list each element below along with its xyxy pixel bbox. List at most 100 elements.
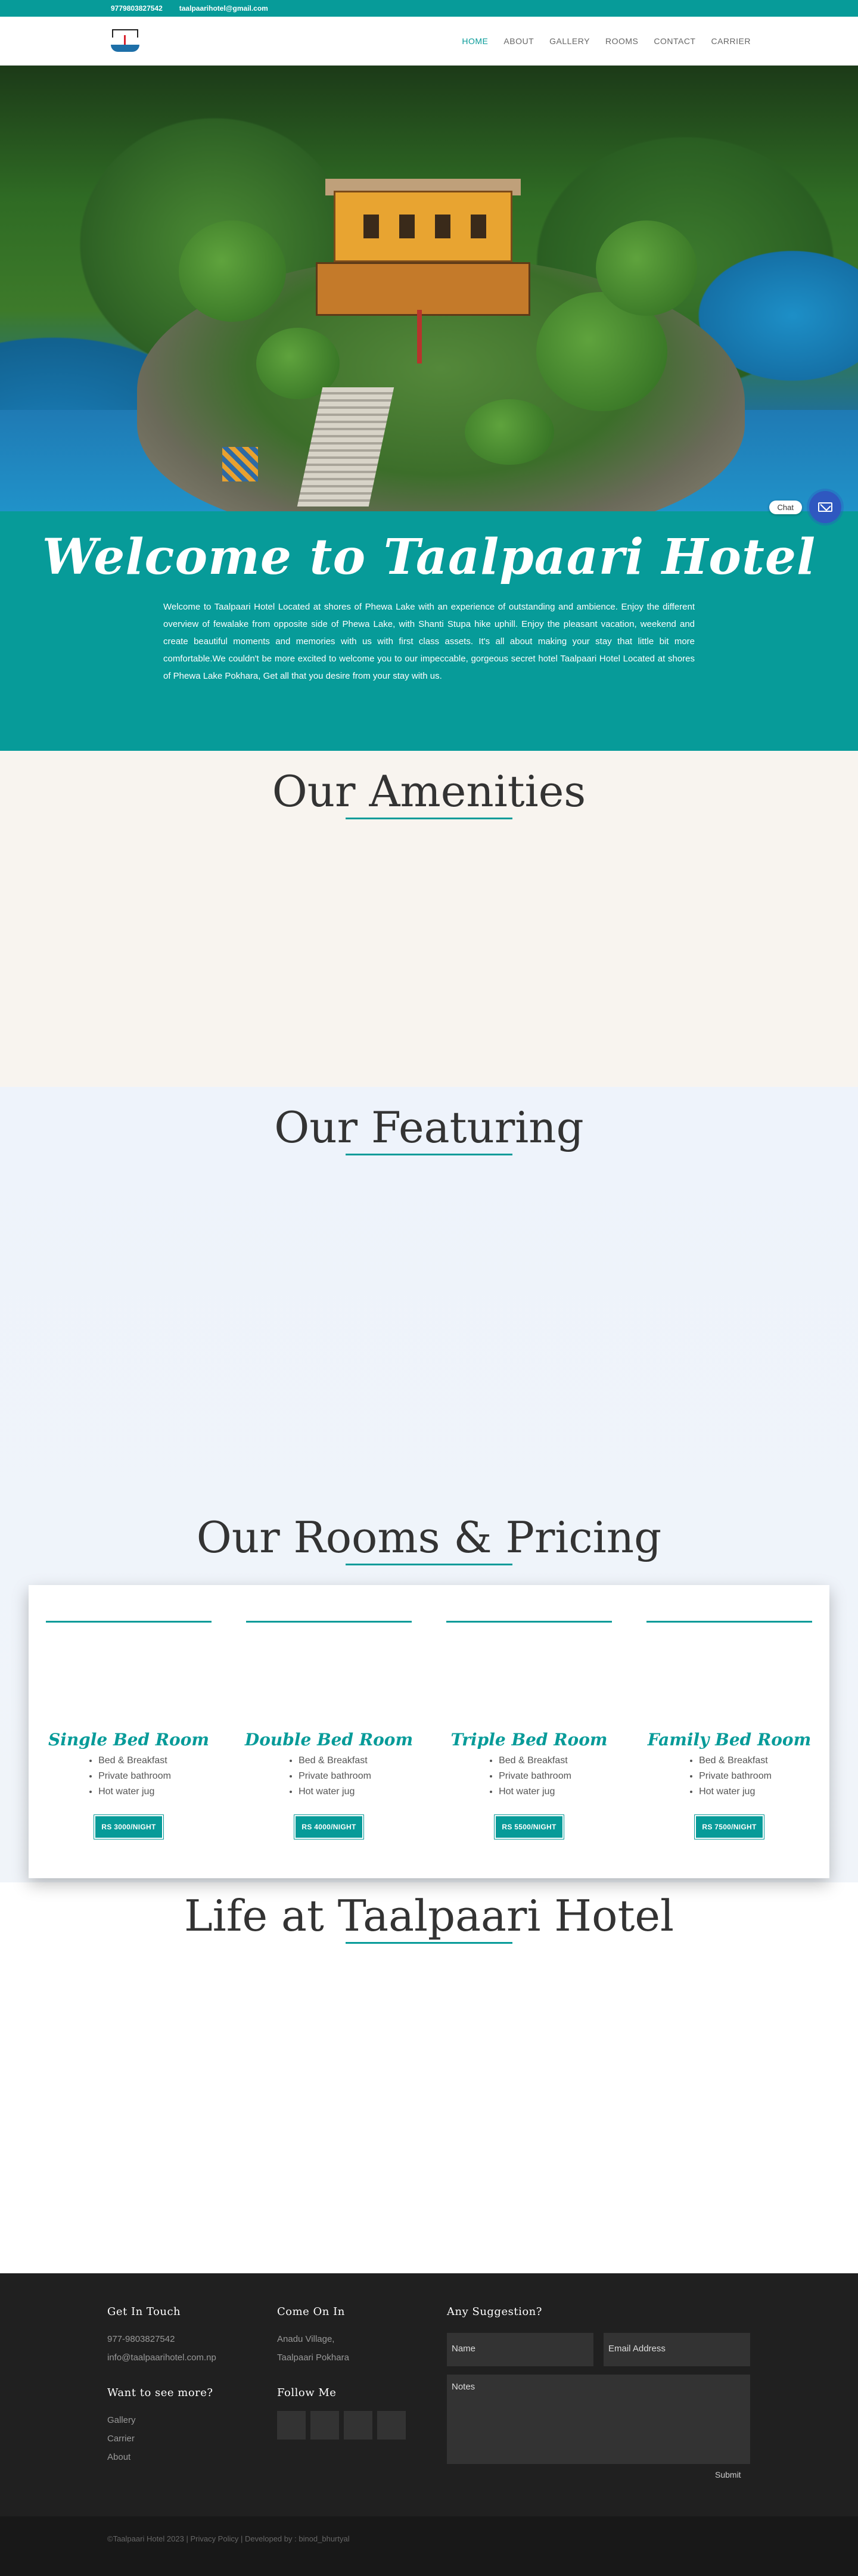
footer-link-about[interactable]: About [107, 2448, 213, 2466]
nav-rooms[interactable]: ROOMS [605, 36, 638, 46]
hotel-building [316, 173, 530, 328]
room-feature: Bed & Breakfast [98, 1753, 171, 1769]
room-family: Family Bed Room Bed & Breakfast Private … [629, 1585, 829, 1878]
notes-textarea[interactable]: Notes [447, 2375, 750, 2464]
email-input[interactable]: Email Address [604, 2333, 750, 2366]
price-button[interactable]: RS 7500/NIGHT [695, 1815, 764, 1839]
room-divider [646, 1621, 812, 1623]
mail-icon [818, 502, 832, 512]
nav-contact[interactable]: CONTACT [654, 36, 695, 46]
topbar-email[interactable]: taalpaarihotel@gmail.com [179, 4, 268, 13]
chat-label[interactable]: Chat [769, 500, 802, 514]
footer-address-line: Taalpaari Pokhara [277, 2353, 349, 2363]
room-divider [246, 1621, 412, 1623]
room-divider [46, 1621, 212, 1623]
submit-button[interactable]: Submit [715, 2470, 741, 2479]
name-input[interactable]: Name [447, 2333, 593, 2366]
footer-link-carrier[interactable]: Carrier [107, 2429, 213, 2448]
rooms-title: Our Rooms & Pricing [196, 1512, 662, 1562]
rooms-heading: Our Rooms & Pricing [0, 1512, 858, 1565]
amenities-section: Our Amenities [0, 751, 858, 1087]
copyright-separator: | [241, 2534, 245, 2543]
room-features: Bed & Breakfast Private bathroom Hot wat… [86, 1753, 171, 1800]
room-name: Double Bed Room [244, 1730, 414, 1750]
footer-follow: Follow Me [277, 2387, 406, 2440]
site-logo[interactable] [110, 27, 141, 55]
window-shape [471, 215, 486, 238]
social-icon[interactable] [377, 2411, 406, 2440]
social-icons [277, 2411, 406, 2440]
featuring-section: Our Featuring Our Rooms & Pricing Single… [0, 1087, 858, 1882]
room-feature: Private bathroom [499, 1769, 571, 1784]
copyright-bar: ©Taalpaari Hotel 2023 | Privacy Policy |… [0, 2516, 858, 2576]
nav-carrier[interactable]: CARRIER [711, 36, 751, 46]
tree-shape [596, 220, 697, 316]
room-name: Family Bed Room [647, 1730, 812, 1750]
title-underline [346, 1564, 512, 1565]
room-feature: Private bathroom [299, 1769, 371, 1784]
window-shape [399, 215, 415, 238]
amenities-title: Our Amenities [272, 766, 586, 816]
price-button[interactable]: RS 4000/NIGHT [294, 1815, 363, 1839]
room-feature: Private bathroom [98, 1769, 171, 1784]
building-lower-floor [316, 262, 530, 316]
room-feature: Bed & Breakfast [299, 1753, 371, 1769]
social-icon[interactable] [344, 2411, 372, 2440]
window-shape [435, 215, 450, 238]
title-underline [346, 1154, 512, 1155]
footer-phone[interactable]: 977-9803827542 [107, 2330, 216, 2348]
footer-get-in-touch: Get In Touch 977-9803827542 info@taalpaa… [107, 2305, 216, 2367]
footer-heading: Follow Me [277, 2387, 337, 2399]
footer-come-on-in: Come On In Anadu Village, Taalpaari Pokh… [277, 2305, 349, 2367]
social-icon[interactable] [277, 2411, 306, 2440]
room-feature: Bed & Breakfast [499, 1753, 571, 1769]
hero-image [0, 66, 858, 511]
life-title: Life at Taalpaari Hotel [184, 1891, 674, 1941]
welcome-text: Welcome to Taalpaari Hotel Located at sh… [163, 602, 695, 681]
nav-home[interactable]: HOME [462, 36, 488, 46]
price-button[interactable]: RS 3000/NIGHT [94, 1815, 163, 1839]
room-triple: Triple Bed Room Bed & Breakfast Private … [429, 1585, 629, 1878]
room-feature: Hot water jug [499, 1784, 571, 1800]
copyright-text: ©Taalpaari Hotel 2023 [107, 2534, 184, 2543]
topbar-phone[interactable]: 9779803827542 [111, 4, 163, 13]
flag-pole [417, 310, 422, 363]
room-single: Single Bed Room Bed & Breakfast Private … [29, 1585, 229, 1878]
room-divider [446, 1621, 612, 1623]
room-feature: Hot water jug [98, 1784, 171, 1800]
title-underline [346, 1942, 512, 1944]
room-feature: Hot water jug [299, 1784, 371, 1800]
developer-credit: Developed by : binod_bhurtyal [245, 2534, 350, 2543]
tree-shape [465, 399, 554, 465]
footer-heading: Any Suggestion? [447, 2305, 542, 2318]
footer-heading: Come On In [277, 2305, 345, 2318]
social-icon[interactable] [310, 2411, 339, 2440]
life-section: Life at Taalpaari Hotel [0, 1882, 858, 2273]
title-underline [346, 818, 512, 819]
price-button[interactable]: RS 5500/NIGHT [495, 1815, 564, 1839]
welcome-section: Welcome to Taalpaari Hotel Welcome to Ta… [0, 511, 858, 751]
room-name: Single Bed Room [48, 1730, 210, 1750]
top-bar: 9779803827542 taalpaarihotel@gmail.com [0, 0, 858, 17]
room-features: Bed & Breakfast Private bathroom Hot wat… [687, 1753, 772, 1800]
colorful-hut [222, 447, 258, 481]
featuring-title: Our Featuring [274, 1102, 584, 1152]
nav-about[interactable]: ABOUT [503, 36, 534, 46]
chat-button[interactable] [809, 491, 841, 523]
window-shape [363, 215, 379, 238]
footer-heading: Get In Touch [107, 2305, 181, 2318]
room-name: Triple Bed Room [450, 1730, 608, 1750]
privacy-link[interactable]: Privacy Policy [190, 2534, 238, 2543]
site-header: HOME ABOUT GALLERY ROOMS CONTACT CARRIER [0, 17, 858, 66]
chat-widget: Chat [769, 491, 841, 523]
footer-suggestion: Any Suggestion? [447, 2305, 542, 2330]
nav-gallery[interactable]: GALLERY [549, 36, 590, 46]
room-feature: Hot water jug [699, 1784, 772, 1800]
room-features: Bed & Breakfast Private bathroom Hot wat… [487, 1753, 571, 1800]
footer-heading: Want to see more? [107, 2387, 213, 2399]
footer-email[interactable]: info@taalpaarihotel.com.np [107, 2348, 216, 2367]
footer-link-gallery[interactable]: Gallery [107, 2411, 213, 2429]
footer-see-more: Want to see more? Gallery Carrier About [107, 2387, 213, 2466]
site-footer: Get In Touch 977-9803827542 info@taalpaa… [0, 2273, 858, 2516]
welcome-title: Welcome to Taalpaari Hotel [42, 529, 816, 586]
